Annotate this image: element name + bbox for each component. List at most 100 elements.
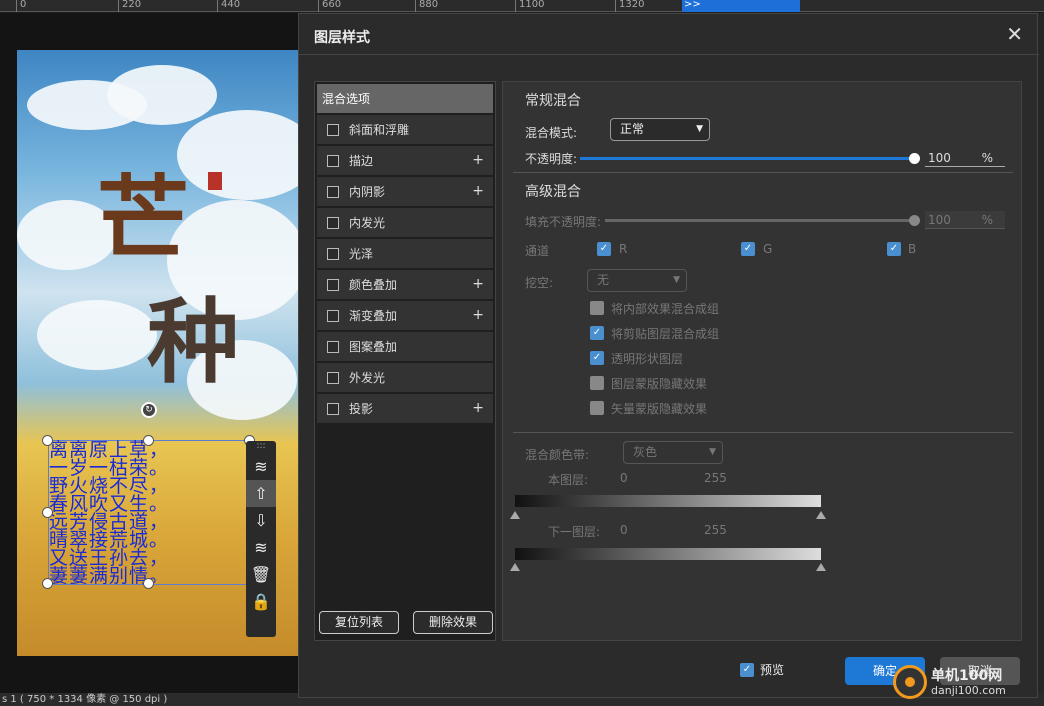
add-icon[interactable]: + [472,152,484,168]
checkbox[interactable] [327,185,339,198]
list-item-label: 斜面和浮雕 [349,123,410,137]
list-item-inner-shadow[interactable]: 内阴影 + [317,177,493,206]
checkbox[interactable] [327,123,339,136]
blend-clipped-checkbox[interactable]: ✓ [590,326,604,340]
move-up-icon[interactable]: ⇧ [246,480,276,507]
lock-icon[interactable]: 🔒 [246,588,276,615]
blend-mode-select[interactable]: 正常 ▼ [610,118,710,141]
this-layer-min: 0 [620,471,628,485]
horizontal-ruler: 0 220 440 660 880 1100 1320 >> [0,0,1044,12]
checkbox[interactable] [327,247,339,260]
knockout-select[interactable]: 无 ▼ [587,269,687,292]
fill-opacity-slider-handle[interactable] [909,215,920,226]
watermark: 单机100网 danji100.com [893,665,1006,699]
this-layer-black-slider[interactable] [510,511,520,519]
opacity-unit: % [981,151,993,165]
channel-g-checkbox[interactable]: ✓ [741,242,755,256]
list-item-color-overlay[interactable]: 颜色叠加 + [317,270,493,299]
close-icon[interactable]: ✕ [1006,24,1023,44]
seal-stamp [208,172,222,190]
list-item-label: 图案叠加 [349,340,398,354]
add-icon[interactable]: + [472,400,484,416]
list-item-label: 投影 [349,402,374,416]
channel-g-label: G [763,242,773,256]
checkbox[interactable] [327,371,339,384]
resize-handle[interactable] [143,435,154,446]
blend-interior-checkbox[interactable] [590,301,604,315]
delete-effect-button[interactable]: 删除效果 [413,611,493,634]
list-item-label: 内阴影 [349,185,386,199]
arrange-icon[interactable]: ≋ [246,534,276,561]
rotate-handle-icon[interactable]: ↻ [141,402,157,418]
preview-toggle[interactable]: ✓ 预览 [740,661,784,678]
opacity-slider-handle[interactable] [909,153,920,164]
blend-mode-label: 混合模式: [525,126,578,140]
blend-if-label: 混合颜色带: [525,448,590,462]
list-item-label: 渐变叠加 [349,309,398,323]
resize-handle[interactable] [42,578,53,589]
checkbox[interactable] [327,216,339,229]
canvas-title-char: 芒 [97,165,190,273]
preview-checkbox[interactable]: ✓ [740,662,754,677]
ruler-tick: 440 [217,0,240,12]
add-icon[interactable]: + [472,307,484,323]
channel-b-checkbox[interactable]: ✓ [887,242,901,256]
checkbox[interactable] [327,340,339,353]
underlying-black-slider[interactable] [510,563,520,571]
option-label: 图层蒙版隐藏效果 [611,377,708,391]
underlying-gradient [515,548,821,560]
preview-label: 预览 [760,663,785,677]
ruler-overflow-icon[interactable]: >> [684,0,701,10]
list-item-satin[interactable]: 光泽 [317,239,493,268]
list-item-inner-glow[interactable]: 内发光 [317,208,493,237]
move-down-icon[interactable]: ⇩ [246,507,276,534]
divider [513,432,1013,433]
fill-opacity-input[interactable]: 100 % [925,211,1005,229]
transparency-shapes-checkbox[interactable]: ✓ [590,351,604,365]
option-label: 将剪贴图层混合成组 [611,327,720,341]
underlying-layer-label: 下一图层: [548,525,601,539]
layer-style-dialog: 图层样式 ✕ 混合选项 斜面和浮雕 描边 + 内阴影 + 内发光 光泽 颜色叠加… [298,13,1039,698]
layer-mask-hides-checkbox[interactable] [590,376,604,390]
checkbox[interactable] [327,309,339,322]
resize-handle[interactable] [143,578,154,589]
underlying-white-slider[interactable] [816,563,826,571]
list-item-drop-shadow[interactable]: 投影 + [317,394,493,423]
checkbox[interactable] [327,278,339,291]
ruler-tick: 1100 [515,0,544,12]
layers-icon[interactable]: ≋ [246,453,276,480]
selected-text-layer[interactable]: 离离原上草， 一岁一枯荣。 野火烧不尽， 春风吹又生。 远芳侵古道， 晴翠接荒城… [48,440,248,586]
delete-icon[interactable]: 🗑 [246,561,276,588]
resize-handle[interactable] [42,507,53,518]
select-value: 灰色 [633,445,658,459]
checkbox[interactable] [327,154,339,167]
opacity-label: 不透明度: [525,152,578,166]
opacity-input[interactable]: 100 % [925,149,1005,167]
checkbox[interactable] [327,402,339,415]
add-icon[interactable]: + [472,183,484,199]
option-label: 透明形状图层 [611,352,684,366]
reset-list-button[interactable]: 复位列表 [319,611,399,634]
list-item-gradient-overlay[interactable]: 渐变叠加 + [317,301,493,330]
ruler-tick: 660 [318,0,341,12]
drag-grip-icon[interactable]: ::: [246,441,276,453]
list-item-blend-options[interactable]: 混合选项 [317,84,493,113]
fill-opacity-slider[interactable] [605,219,917,222]
vector-mask-hides-checkbox[interactable] [590,401,604,415]
divider [299,54,1039,55]
blend-if-select[interactable]: 灰色 ▼ [623,441,723,464]
list-item-outer-glow[interactable]: 外发光 [317,363,493,392]
list-item-pattern-overlay[interactable]: 图案叠加 [317,332,493,361]
option-label: 矢量蒙版隐藏效果 [611,402,708,416]
opacity-slider[interactable] [580,157,917,160]
option-label: 将内部效果混合成组 [611,302,720,316]
list-item-bevel-emboss[interactable]: 斜面和浮雕 [317,115,493,144]
divider [513,172,1013,173]
list-item-label: 混合选项 [322,92,371,106]
list-item-label: 描边 [349,154,374,168]
channel-r-checkbox[interactable]: ✓ [597,242,611,256]
resize-handle[interactable] [42,435,53,446]
this-layer-white-slider[interactable] [816,511,826,519]
add-icon[interactable]: + [472,276,484,292]
list-item-stroke[interactable]: 描边 + [317,146,493,175]
